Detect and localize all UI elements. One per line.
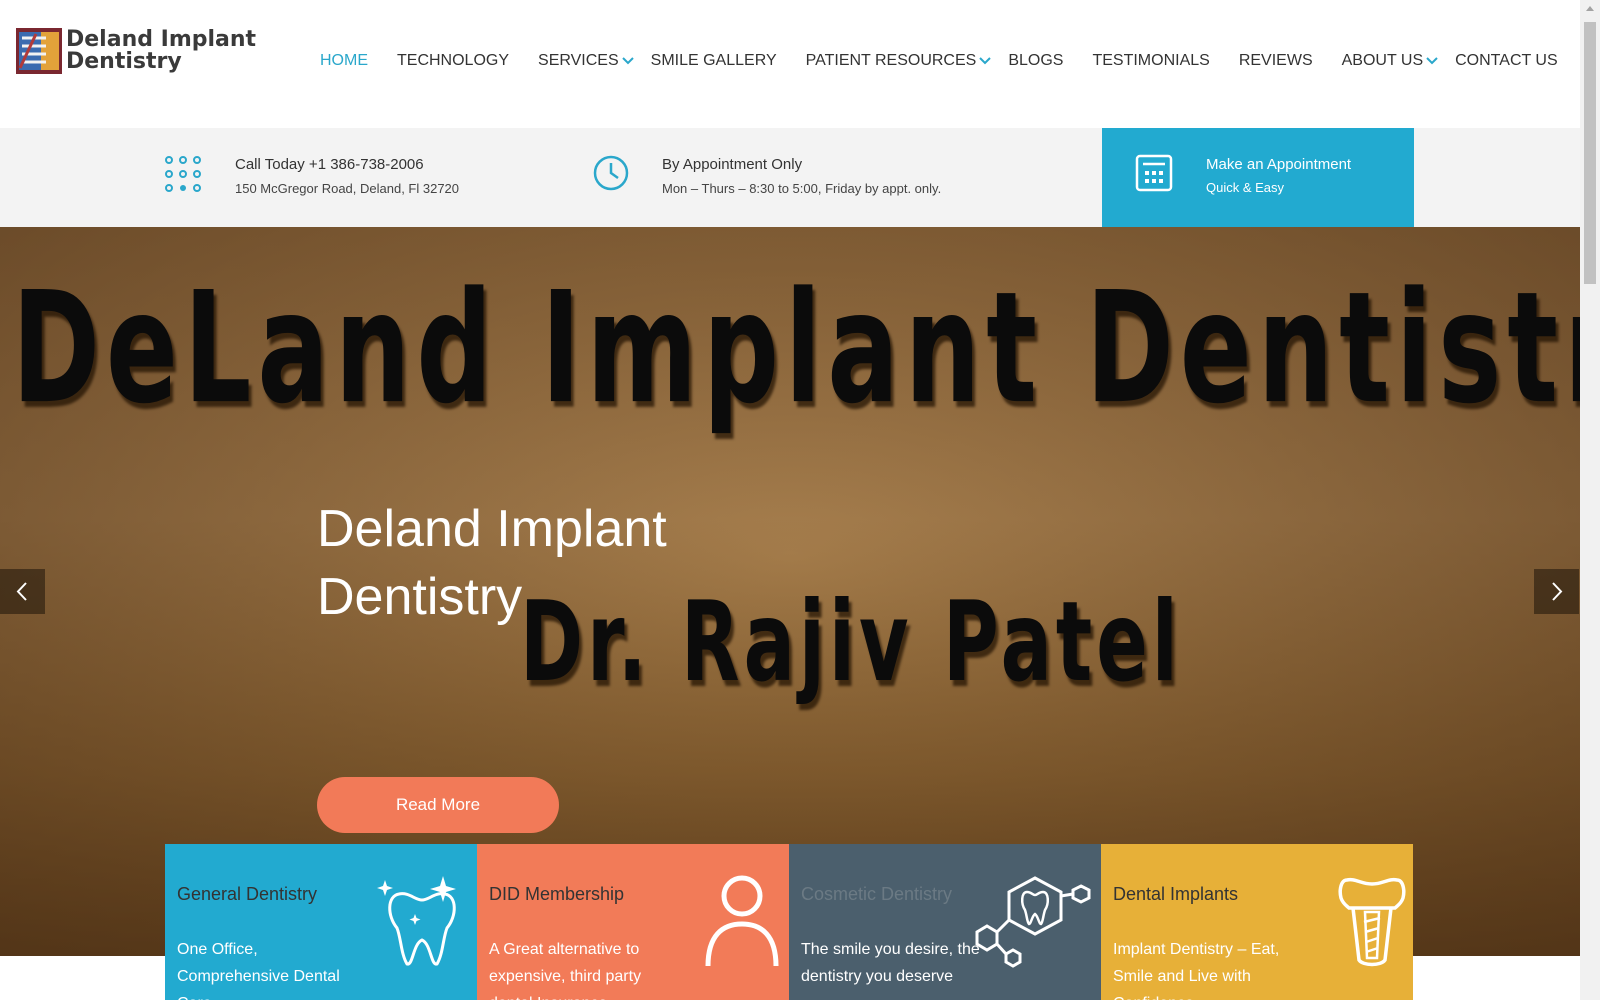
service-title: Dental Implants bbox=[1113, 884, 1239, 904]
service-did-membership[interactable]: DID Membership A Great alternative to ex… bbox=[477, 844, 789, 1000]
nav-reviews[interactable]: REVIEWS bbox=[1239, 52, 1313, 70]
dental-implant-icon bbox=[1338, 877, 1406, 967]
site-logo[interactable]: Deland Implant Dentistry bbox=[16, 28, 256, 74]
nav-blogs[interactable]: BLOGS bbox=[1008, 52, 1063, 70]
service-title: General Dentistry bbox=[177, 884, 318, 904]
scrollbar-thumb[interactable] bbox=[1584, 22, 1596, 284]
nav-technology-label: TECHNOLOGY bbox=[397, 52, 510, 69]
logo-line-2: Dentistry bbox=[66, 49, 182, 74]
service-description: Implant Dentistry – Eat, Smile and Live … bbox=[1113, 941, 1280, 1000]
chevron-right-icon bbox=[1552, 582, 1563, 601]
scroll-up-icon[interactable] bbox=[1580, 0, 1600, 17]
nav-testimonials[interactable]: TESTIMONIALS bbox=[1092, 52, 1209, 70]
hours-info: By Appointment Only Mon – Thurs – 8:30 t… bbox=[662, 156, 941, 196]
service-title: DID Membership bbox=[489, 884, 625, 904]
hours-text: Mon – Thurs – 8:30 to 5:00, Friday by ap… bbox=[662, 181, 942, 196]
main-nav: HOME TECHNOLOGY SERVICES SMILE GALLERY P… bbox=[320, 52, 1558, 70]
appointment-only-text: By Appointment Only bbox=[662, 156, 803, 173]
nav-patient-resources[interactable]: PATIENT RESOURCES bbox=[805, 52, 992, 70]
nav-blogs-label: BLOGS bbox=[1008, 52, 1064, 69]
nav-patient-resources-label: PATIENT RESOURCES bbox=[805, 52, 977, 69]
nav-smile-gallery[interactable]: SMILE GALLERY bbox=[651, 52, 777, 70]
chevron-down-icon bbox=[1426, 57, 1438, 65]
chevron-left-icon bbox=[16, 582, 27, 601]
tooth-molecule-icon bbox=[975, 876, 1091, 968]
sparkling-tooth-icon bbox=[377, 876, 456, 966]
service-description: One Office, Comprehensive Dental Care bbox=[177, 941, 340, 1000]
nav-services-label: SERVICES bbox=[538, 52, 619, 69]
calculator-icon bbox=[1135, 154, 1173, 192]
appointment-subtitle: Quick & Easy bbox=[1206, 180, 1285, 195]
slider-prev-button[interactable] bbox=[0, 569, 45, 614]
logo-line-1: Deland Implant bbox=[66, 27, 257, 52]
nav-contact-us[interactable]: CONTACT US bbox=[1455, 52, 1558, 70]
nav-home-label: HOME bbox=[320, 52, 368, 69]
hero-title: Deland Implant Dentistry bbox=[317, 495, 737, 631]
nav-home[interactable]: HOME bbox=[320, 52, 368, 70]
nav-services[interactable]: SERVICES bbox=[538, 52, 634, 70]
service-cosmetic-dentistry[interactable]: Cosmetic Dentistry The smile you desire,… bbox=[789, 844, 1101, 1000]
chevron-down-icon bbox=[979, 57, 992, 65]
service-general-dentistry[interactable]: General Dentistry One Office, Comprehens… bbox=[165, 844, 477, 1000]
clock-icon bbox=[593, 155, 629, 191]
hero-title-line-2: Dentistry bbox=[317, 568, 523, 626]
address-text: 150 McGregor Road, Deland, Fl 32720 bbox=[235, 181, 460, 196]
phone-text[interactable]: Call Today +1 386-738-2006 bbox=[235, 156, 459, 173]
hero-sign-line-1: DeLand Implant Dentistry bbox=[12, 259, 1580, 438]
nav-reviews-label: REVIEWS bbox=[1238, 52, 1313, 69]
contact-info: Call Today +1 386-738-2006 150 McGregor … bbox=[235, 156, 459, 196]
person-icon bbox=[705, 875, 779, 967]
nav-about-us[interactable]: ABOUT US bbox=[1341, 52, 1438, 70]
nav-testimonials-label: TESTIMONIALS bbox=[1092, 52, 1210, 69]
logo-icon bbox=[16, 28, 62, 74]
slider-next-button[interactable] bbox=[1534, 569, 1579, 614]
service-description: A Great alternative to expensive, third … bbox=[489, 941, 642, 1000]
read-more-button[interactable]: Read More bbox=[317, 777, 559, 833]
service-dental-implants[interactable]: Dental Implants Implant Dentistry – Eat,… bbox=[1101, 844, 1413, 1000]
service-title: Cosmetic Dentistry bbox=[801, 884, 953, 904]
dialpad-icon bbox=[165, 156, 201, 192]
chevron-down-icon bbox=[621, 57, 634, 65]
nav-about-us-label: ABOUT US bbox=[1341, 52, 1424, 69]
service-boxes: General Dentistry One Office, Comprehens… bbox=[165, 844, 1414, 1000]
make-appointment-button[interactable]: Make an Appointment Quick & Easy bbox=[1102, 128, 1414, 227]
site-header: Deland Implant Dentistry HOME TECHNOLOGY… bbox=[0, 0, 1580, 128]
appointment-title: Make an Appointment bbox=[1206, 156, 1352, 173]
hero-title-line-1: Deland Implant bbox=[317, 500, 667, 558]
nav-smile-gallery-label: SMILE GALLERY bbox=[650, 52, 777, 69]
service-description: The smile you desire, the dentistry you … bbox=[801, 941, 980, 985]
nav-technology[interactable]: TECHNOLOGY bbox=[397, 52, 509, 70]
nav-contact-us-label: CONTACT US bbox=[1455, 52, 1558, 69]
